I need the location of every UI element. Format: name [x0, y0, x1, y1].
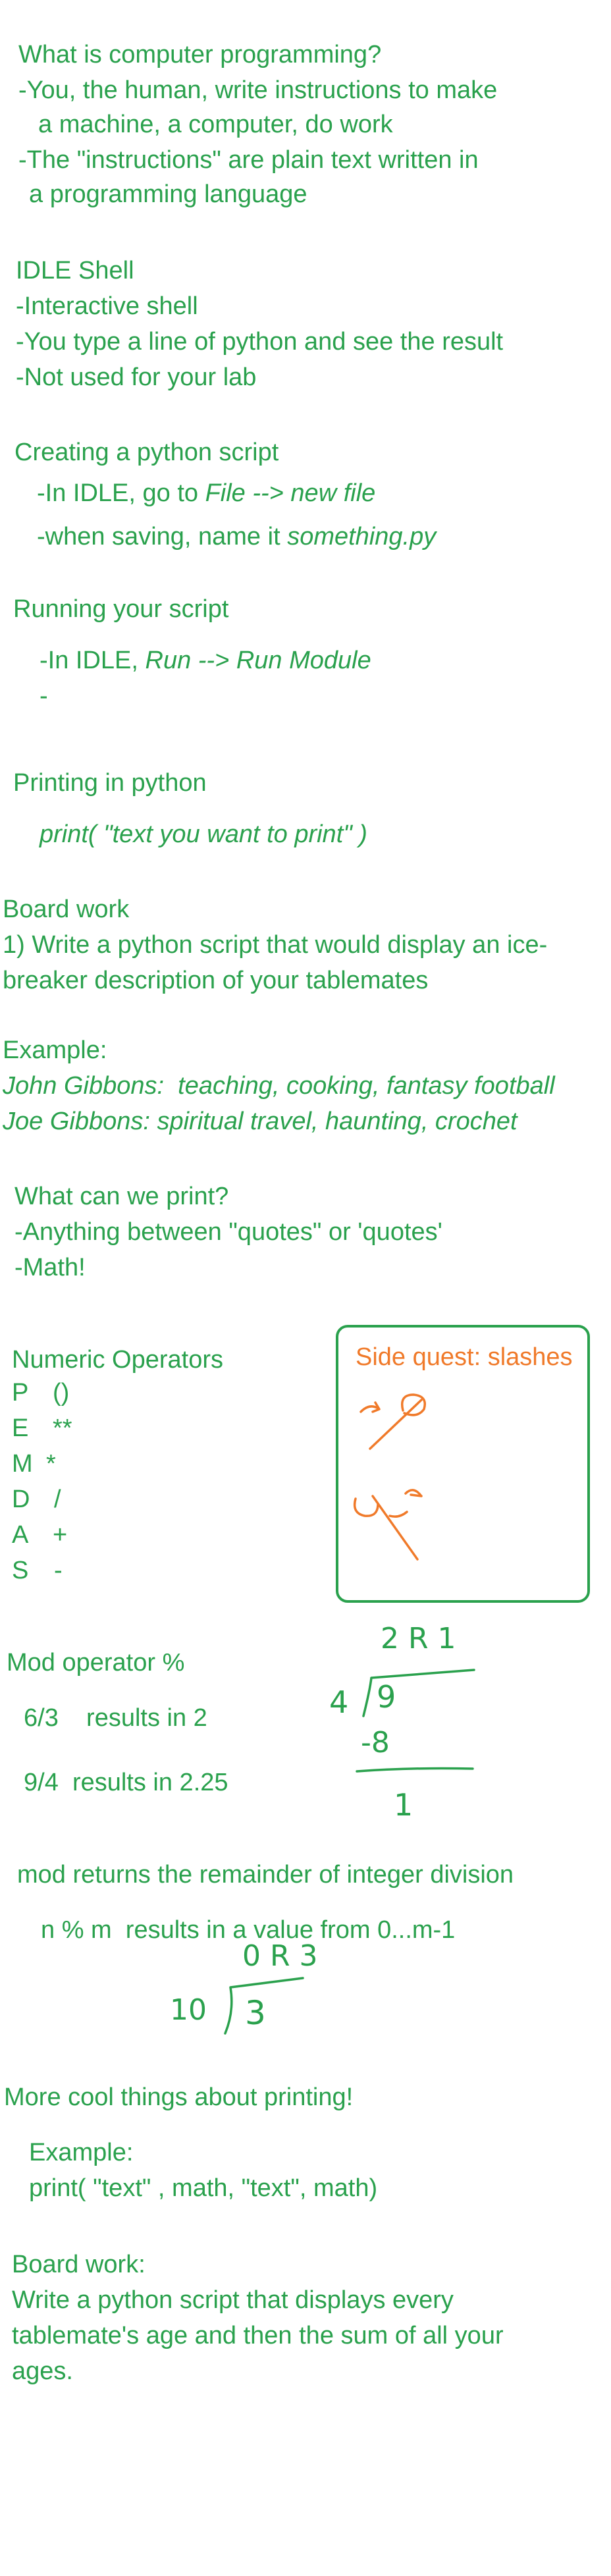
board-work-2-line-2: tablemate's age and then the sum of all …: [12, 2322, 504, 2349]
more-printing-example-label: Example:: [29, 2139, 134, 2166]
board-work-2-line-1: Write a python script that displays ever…: [12, 2286, 454, 2314]
board-work-2-line-3: ages.: [12, 2357, 73, 2385]
more-printing-code: print( "text" , math, "text", math): [29, 2174, 378, 2202]
more-printing-heading: More cool things about printing!: [4, 2083, 354, 2111]
board-work-2-heading: Board work:: [12, 2251, 146, 2278]
